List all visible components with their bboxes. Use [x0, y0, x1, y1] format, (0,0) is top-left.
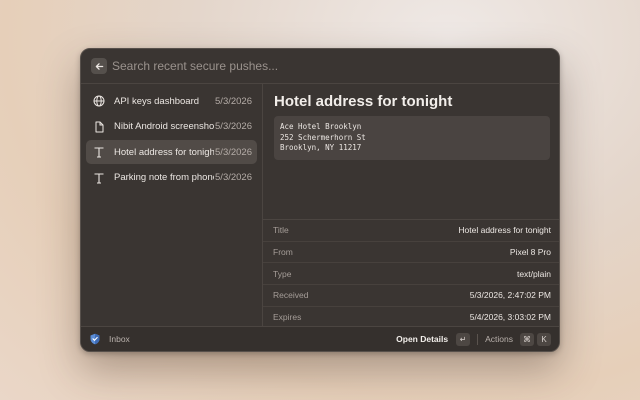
list-item[interactable]: Parking note from phone 5/3/2026 [86, 166, 257, 190]
search-input[interactable] [112, 59, 512, 73]
return-key-icon: ↵ [456, 332, 471, 346]
content-line: Brooklyn, NY 11217 [280, 143, 362, 152]
metadata-label: Title [273, 225, 289, 236]
content-line: 252 Schermerhorn St [280, 132, 366, 142]
metadata-value: text/plain [516, 268, 551, 279]
content-preview[interactable]: Ace Hotel Brooklyn 252 Schermerhorn St B… [274, 116, 550, 160]
k-key-icon: K [537, 332, 551, 346]
list-item-selected[interactable]: Hotel address for tonight 5/3/2026 [86, 140, 257, 164]
inbox-label: Inbox [109, 334, 130, 344]
list-item-date: 5/3/2026 [215, 146, 252, 158]
list-item-label: Hotel address for tonight [114, 146, 214, 158]
list-item-date: 5/3/2026 [215, 95, 252, 107]
metadata-label: Type [273, 268, 292, 279]
file-icon [92, 120, 106, 134]
search-bar [81, 49, 559, 84]
text-icon [92, 171, 106, 185]
list-item-label: Parking note from phone [114, 172, 214, 183]
list-item[interactable]: Nibit Android screenshot 5/3/2026 [86, 115, 257, 139]
launcher-window: API keys dashboard 5/3/2026 Nibit Androi… [80, 48, 560, 352]
shield-icon [90, 333, 100, 345]
arrow-left-icon [95, 62, 103, 70]
metadata-value: 5/3/2026, 2:47:02 PM [469, 290, 551, 301]
globe-icon [92, 94, 106, 108]
metadata-row-type: Type text/plain [263, 263, 559, 286]
metadata-value: 5/4/2026, 3:03:02 PM [469, 312, 551, 323]
metadata-label: From [273, 247, 293, 258]
back-button[interactable] [91, 58, 107, 74]
metadata-row-received: Received 5/3/2026, 2:47:02 PM [263, 285, 559, 307]
text-icon [92, 145, 106, 159]
list-item-date: 5/3/2026 [215, 172, 252, 183]
metadata-label: Expires [273, 312, 302, 323]
list-item[interactable]: API keys dashboard 5/3/2026 [86, 89, 257, 113]
detail-panel: Hotel address for tonight Ace Hotel Broo… [263, 84, 559, 329]
metadata-value: Hotel address for tonight [458, 225, 551, 236]
list-item-label: API keys dashboard [114, 95, 200, 107]
metadata-value: Pixel 8 Pro [509, 247, 551, 258]
metadata-row-from: From Pixel 8 Pro [263, 242, 559, 264]
detail-title: Hotel address for tonight [274, 93, 453, 110]
metadata-row-title: Title Hotel address for tonight [263, 220, 559, 242]
action-bar: Inbox Open Details ↵ Actions ⌘ K [81, 326, 559, 351]
content-line: Ace Hotel Brooklyn [280, 122, 362, 131]
actions-button[interactable]: Actions [485, 334, 513, 344]
metadata-table: Title Hotel address for tonight From Pix… [263, 219, 559, 329]
divider [477, 333, 479, 345]
command-key-icon: ⌘ [520, 332, 534, 346]
metadata-label: Received [273, 290, 309, 301]
open-details-button[interactable]: Open Details [396, 334, 448, 344]
list-item-date: 5/3/2026 [215, 121, 252, 132]
push-list: API keys dashboard 5/3/2026 Nibit Androi… [81, 84, 263, 326]
list-item-label: Nibit Android screenshot [114, 121, 214, 132]
